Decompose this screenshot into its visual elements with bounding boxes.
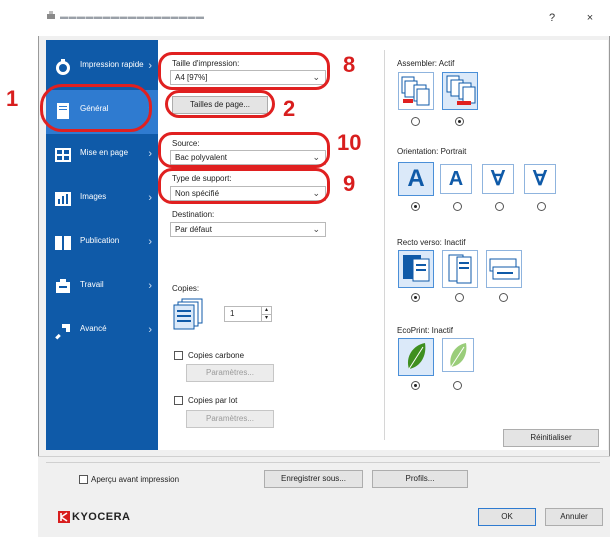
chevron-right-icon: › [148,280,152,292]
reset-button[interactable]: Réinitialiser [503,429,599,447]
annotation-oval-page-sizes [165,90,275,118]
uncollated-pages-icon [401,76,430,106]
help-button[interactable]: ? [540,9,564,27]
ecoprint-on-option[interactable] [442,338,474,372]
printer-icon [46,11,56,21]
advanced-arrow-icon [54,322,72,340]
annotation-number-10: 10 [337,130,362,155]
publication-icon [54,234,72,252]
annotation-number-8: 8 [343,52,356,77]
chevron-right-icon: › [148,324,152,336]
sidebar-item-advanced[interactable]: Avancé › [46,310,158,354]
chevron-right-icon: › [148,192,152,204]
leaf-light-icon [450,343,467,368]
annotation-oval-print-size [158,52,330,90]
copies-label: Copies: [172,284,200,293]
layout-icon [54,146,72,164]
duplex-long-edge-option[interactable] [442,250,478,288]
carbon-copies-label: Copies carbone [188,351,245,360]
chevron-right-icon: › [148,60,152,72]
chevron-down-icon: ⌄ [312,224,320,234]
annotation-oval-general [40,84,152,132]
kyocera-logo-text: KYOCERA [72,511,131,523]
sidebar-item-label: Images [80,192,107,201]
carbon-params-button[interactable]: Paramètres... [186,364,274,382]
save-as-button[interactable]: Enregistrer sous... [264,470,363,488]
sidebar-item-images[interactable]: Images › [46,178,158,222]
chevron-right-icon: › [148,148,152,160]
sidebar-item-label: Impression rapide [80,60,144,69]
ecoprint-off-option[interactable] [398,338,434,376]
duplex-long-edge-radio[interactable] [455,293,464,302]
orientation-portrait-rotated-option[interactable]: ∀ [482,164,514,194]
destination-select[interactable]: Par défaut ⌄ [170,222,326,237]
sidebar-item-label: Travail [80,280,104,289]
leaf-icon [407,343,426,370]
collate-on-radio[interactable] [455,117,464,126]
image-icon [54,190,72,208]
bottom-divider [46,462,600,463]
copies-stepper[interactable]: 1 ▴ ▾ [224,306,272,322]
orientation-portrait-radio[interactable] [411,202,420,211]
collated-pages-icon [446,75,476,105]
annotation-oval-source [158,132,330,168]
quick-print-icon [54,58,72,76]
orientation-portrait-option[interactable]: A [398,162,434,196]
preview-label: Aperçu avant impression [91,475,180,484]
duplex-long-edge-icon [448,254,472,284]
cancel-button[interactable]: Annuler [545,508,603,526]
sidebar-item-layout[interactable]: Mise en page › [46,134,158,178]
stepper-up-icon[interactable]: ▴ [261,307,271,314]
copies-per-lot-label: Copies par lot [188,396,238,405]
ecoprint-label: EcoPrint: Inactif [397,326,454,335]
duplex-short-edge-option[interactable] [486,250,522,288]
duplex-off-option[interactable] [398,250,434,288]
copies-stack-icon [172,298,208,330]
job-icon [54,278,72,296]
orientation-label: Orientation: Portrait [397,147,467,156]
orientation-landscape-rotated-option[interactable]: ∀ [524,164,556,194]
sidebar-item-publication[interactable]: Publication › [46,222,158,266]
ecoprint-on-radio[interactable] [453,381,462,390]
chevron-right-icon: › [148,236,152,248]
collate-label: Assembler: Actif [397,59,455,68]
sidebar-item-job[interactable]: Travail › [46,266,158,310]
collate-off-radio[interactable] [411,117,420,126]
lot-params-button[interactable]: Paramètres... [186,410,274,428]
carbon-copies-checkbox[interactable] [174,351,183,360]
window-title: ▬▬▬▬▬▬▬▬▬▬▬▬▬▬▬▬▬ [60,12,205,21]
close-button[interactable]: × [578,9,602,27]
annotation-number-1: 1 [6,86,19,111]
orientation-portrait-rotated-radio[interactable] [495,202,504,211]
collate-off-option[interactable] [398,72,434,110]
stepper-down-icon[interactable]: ▾ [261,314,271,321]
annotation-number-9: 9 [343,171,356,196]
destination-label: Destination: [172,210,215,219]
destination-value: Par défaut [175,225,212,234]
sidebar-item-label: Avancé [80,324,107,333]
copies-per-lot-checkbox[interactable] [174,396,183,405]
preview-checkbox[interactable] [79,475,88,484]
orientation-landscape-option[interactable]: A [440,164,472,194]
orientation-landscape-rotated-radio[interactable] [537,202,546,211]
ecoprint-off-radio[interactable] [411,381,420,390]
duplex-short-edge-icon [489,258,520,280]
duplex-off-radio[interactable] [411,293,420,302]
kyocera-logo-icon [58,511,70,523]
annotation-oval-media-type [158,168,330,204]
simplex-pages-icon [403,255,430,282]
duplex-label: Recto verso: Inactif [397,238,466,247]
sidebar-item-label: Mise en page [80,148,129,157]
ok-button[interactable]: OK [478,508,536,526]
annotation-number-2: 2 [283,96,296,121]
copies-value: 1 [230,309,235,318]
collate-on-option[interactable] [442,72,478,110]
duplex-short-edge-radio[interactable] [499,293,508,302]
profiles-button[interactable]: Profils... [372,470,468,488]
panel-divider [384,50,385,440]
sidebar-item-label: Publication [80,236,120,245]
orientation-landscape-radio[interactable] [453,202,462,211]
